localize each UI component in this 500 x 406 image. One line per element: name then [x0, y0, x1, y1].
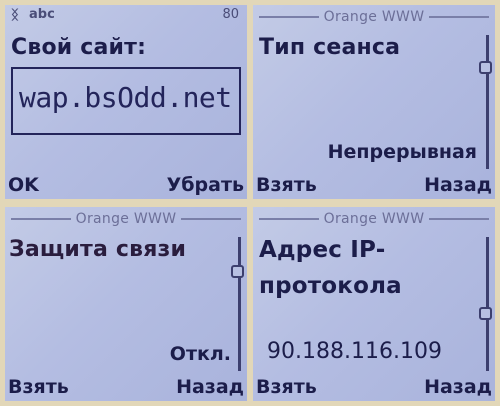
- ok-softkey[interactable]: OK: [8, 174, 39, 196]
- scrollbar-thumb[interactable]: [479, 307, 492, 320]
- scrollbar-thumb[interactable]: [231, 265, 244, 278]
- header-divider: [259, 16, 319, 18]
- setting-title: Тип сеанса: [259, 35, 401, 60]
- header-title: Orange WWW: [323, 9, 425, 25]
- setting-title: Защита связи: [9, 237, 187, 262]
- signal-icon: ᛝ: [11, 8, 19, 23]
- ip-address-value: 90.188.116.109: [267, 339, 442, 364]
- scrollbar-thumb[interactable]: [479, 61, 492, 74]
- setting-title-line2: протокола: [259, 273, 402, 299]
- screen-session-type: Orange WWW Тип сеанса Непрерывная Взять …: [253, 5, 495, 199]
- scrollbar[interactable]: [238, 237, 241, 371]
- site-url-value: wap.bsOdd.net: [19, 81, 232, 114]
- header-title: Orange WWW: [75, 211, 177, 227]
- setting-title-line1: Адрес IP-: [259, 237, 386, 263]
- header-divider: [429, 16, 489, 18]
- char-counter: 80: [222, 7, 239, 22]
- header-divider: [11, 218, 71, 220]
- header: Orange WWW: [259, 8, 489, 26]
- header: Orange WWW: [259, 210, 489, 228]
- site-url-input[interactable]: wap.bsOdd.net: [11, 67, 241, 135]
- header-divider: [429, 218, 489, 220]
- select-softkey[interactable]: Взять: [8, 376, 69, 398]
- select-softkey[interactable]: Взять: [256, 174, 317, 196]
- setting-value: Непрерывная: [327, 141, 477, 163]
- input-mode-indicator: abc: [29, 7, 55, 22]
- screen-custom-site: ᛝ abc 80 Свой сайт: wap.bsOdd.net OK Убр…: [5, 5, 247, 199]
- back-softkey[interactable]: Назад: [176, 376, 244, 398]
- scrollbar[interactable]: [486, 237, 489, 371]
- page-title: Свой сайт:: [11, 35, 147, 60]
- select-softkey[interactable]: Взять: [256, 376, 317, 398]
- scrollbar[interactable]: [486, 35, 489, 169]
- header-divider: [259, 218, 319, 220]
- header-divider: [181, 218, 241, 220]
- screen-ip-address: Orange WWW Адрес IP- протокола 90.188.11…: [253, 207, 495, 401]
- clear-softkey[interactable]: Убрать: [167, 174, 244, 196]
- back-softkey[interactable]: Назад: [424, 376, 492, 398]
- status-bar: ᛝ abc 80: [11, 7, 239, 25]
- header-title: Orange WWW: [323, 211, 425, 227]
- header: Orange WWW: [11, 210, 241, 228]
- screen-connection-security: Orange WWW Защита связи Откл. Взять Наза…: [5, 207, 247, 401]
- setting-value: Откл.: [169, 343, 231, 365]
- back-softkey[interactable]: Назад: [424, 174, 492, 196]
